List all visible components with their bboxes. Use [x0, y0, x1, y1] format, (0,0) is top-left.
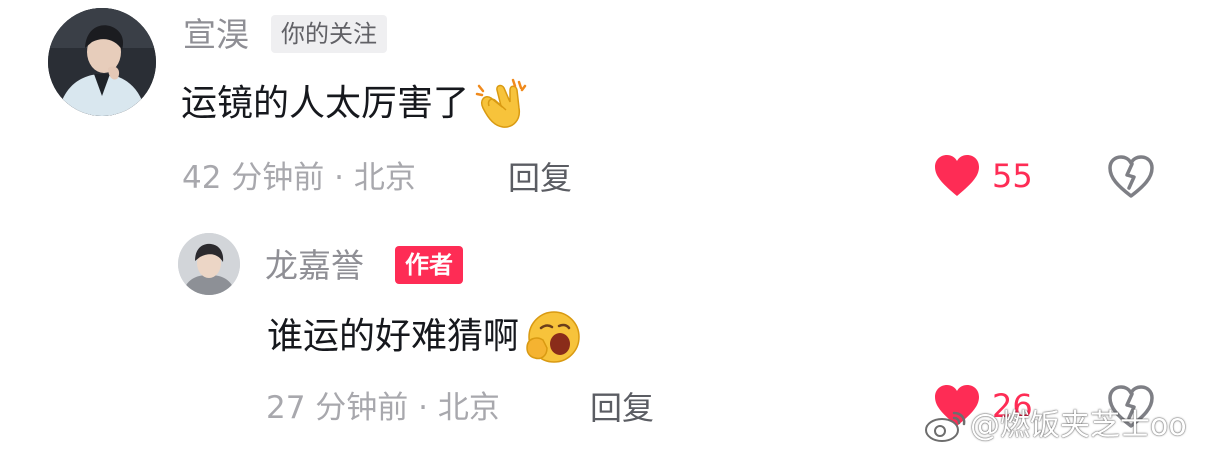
reply-timestamp: 27 分钟前 · 北京	[266, 390, 500, 426]
reply-button[interactable]: 回复	[590, 388, 654, 428]
comment-body: 运镜的人太厉害了	[181, 76, 531, 132]
yawning-face-icon	[523, 308, 581, 366]
clapping-hands-icon	[475, 76, 531, 132]
reply-button[interactable]: 回复	[508, 158, 572, 198]
avatar-image	[178, 233, 240, 295]
comment-timestamp: 42 分钟前 · 北京	[182, 160, 416, 196]
heart-filled-icon	[934, 154, 980, 198]
dislike-button[interactable]	[1108, 155, 1154, 199]
watermark: @燃饭夹芝士oo	[924, 408, 1187, 444]
comment-item: 宣淏 你的关注 运镜的人太厉害了 42 分钟前 · 北京 回复 55	[0, 0, 1206, 210]
follow-badge: 你的关注	[271, 15, 387, 53]
reply-text: 谁运的好难猜啊	[267, 316, 520, 357]
like-button[interactable]: 55	[934, 154, 1033, 198]
reply-username[interactable]: 龙嘉誉	[265, 246, 364, 286]
avatar[interactable]	[178, 233, 240, 295]
broken-heart-icon	[1108, 155, 1154, 198]
like-count: 55	[992, 157, 1033, 195]
comment-username[interactable]: 宣淏	[183, 15, 249, 55]
reply-body: 谁运的好难猜啊	[267, 308, 581, 366]
avatar-image	[48, 8, 156, 116]
weibo-logo-icon	[924, 409, 968, 443]
avatar[interactable]	[48, 8, 156, 116]
author-badge: 作者	[395, 246, 463, 284]
comment-text: 运镜的人太厉害了	[181, 83, 470, 124]
watermark-text: @燃饭夹芝士oo	[970, 408, 1187, 443]
